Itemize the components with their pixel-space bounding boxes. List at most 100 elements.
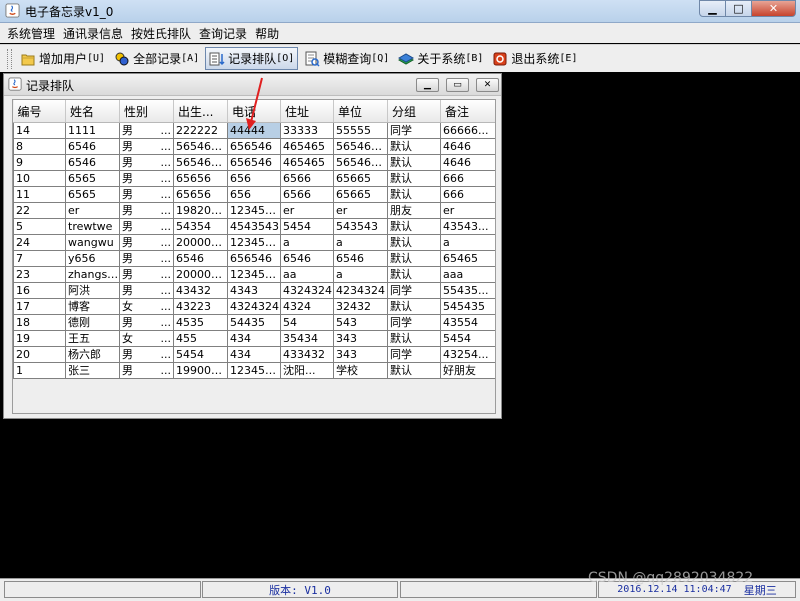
cell-company[interactable]: 543543	[333, 218, 388, 235]
cell-birth[interactable]: 56546565	[173, 154, 228, 171]
cell-group[interactable]: 默认	[387, 250, 441, 267]
cell-gender[interactable]: 女...	[119, 298, 174, 315]
column-header-phone[interactable]: 电话	[227, 100, 281, 123]
all-records-button[interactable]: 全部记录 [A]	[111, 47, 202, 70]
cell-id[interactable]: 23	[13, 266, 66, 283]
cell-note[interactable]: 666	[440, 170, 495, 187]
cell-phone[interactable]: 4343	[227, 282, 281, 299]
cell-phone[interactable]: 434	[227, 346, 281, 363]
cell-company[interactable]: 343	[333, 346, 388, 363]
table-row[interactable]: 14 1111 男... 222222 44444 33333 55555 同学 66666..…	[13, 122, 495, 139]
cell-name[interactable]: y656	[65, 250, 120, 267]
cell-gender[interactable]: 男...	[119, 122, 174, 139]
table-row[interactable]: 22 er 男... 19820203 12345678 er er 朋友 er	[13, 202, 495, 219]
cell-name[interactable]: wangwu	[65, 234, 120, 251]
table-row[interactable]: 24 wangwu 男... 20000909 12345678 a a 默认 a	[13, 234, 495, 251]
window-titlebar[interactable]: 电子备忘录v1_0 ▁ □ ✕	[0, 0, 800, 23]
cell-name[interactable]: 博客	[65, 298, 120, 315]
close-button[interactable]: ✕	[752, 0, 796, 17]
cell-id[interactable]: 19	[13, 330, 66, 347]
table-row[interactable]: 9 6546 男... 56546565 656546 465465 56546546 默认 4…	[13, 154, 495, 171]
cell-company[interactable]: 32432	[333, 298, 388, 315]
exit-button[interactable]: 退出系统 [E]	[489, 47, 580, 70]
cell-note[interactable]: er	[440, 202, 495, 219]
cell-birth[interactable]: 19820203	[173, 202, 228, 219]
cell-address[interactable]: 5454	[280, 218, 334, 235]
cell-address[interactable]: 6566	[280, 170, 334, 187]
cell-name[interactable]: 杨六郎	[65, 346, 120, 363]
cell-group[interactable]: 默认	[387, 218, 441, 235]
cell-note[interactable]: a	[440, 234, 495, 251]
cell-note[interactable]: 43254...	[440, 346, 495, 363]
cell-address[interactable]: 35434	[280, 330, 334, 347]
cell-group[interactable]: 朋友	[387, 202, 441, 219]
cell-address[interactable]: er	[280, 202, 334, 219]
cell-gender[interactable]: 男...	[119, 250, 174, 267]
cell-id[interactable]: 17	[13, 298, 66, 315]
cell-note[interactable]: 好朋友	[440, 362, 495, 379]
cell-address[interactable]: 465465	[280, 138, 334, 155]
cell-gender[interactable]: 男...	[119, 282, 174, 299]
cell-name[interactable]: 德刚	[65, 314, 120, 331]
cell-company[interactable]: 65665	[333, 186, 388, 203]
sort-records-button[interactable]: 记录排队 [O]	[205, 47, 299, 70]
cell-name[interactable]: 6546	[65, 138, 120, 155]
cell-phone[interactable]: 434	[227, 330, 281, 347]
cell-note[interactable]: 545435	[440, 298, 495, 315]
cell-group[interactable]: 默认	[387, 234, 441, 251]
cell-gender[interactable]: 男...	[119, 170, 174, 187]
cell-note[interactable]: aaa	[440, 266, 495, 283]
cell-gender[interactable]: 男...	[119, 218, 174, 235]
table-row[interactable]: 16 阿洪男... 43432 4343 4324324 4234324 同学 55435..…	[13, 282, 495, 299]
cell-company[interactable]: a	[333, 234, 388, 251]
cell-name[interactable]: 6565	[65, 170, 120, 187]
cell-name[interactable]: 阿洪	[65, 282, 120, 299]
cell-address[interactable]: a	[280, 234, 334, 251]
cell-address[interactable]: 6566	[280, 186, 334, 203]
cell-id[interactable]: 8	[13, 138, 66, 155]
column-header-name[interactable]: 姓名	[65, 100, 120, 123]
cell-note[interactable]: 4646	[440, 138, 495, 155]
cell-group[interactable]: 默认	[387, 298, 441, 315]
cell-id[interactable]: 18	[13, 314, 66, 331]
cell-company[interactable]: 6546	[333, 250, 388, 267]
menu-system-management[interactable]: 系统管理	[3, 25, 59, 42]
cell-phone[interactable]: 4543543	[227, 218, 281, 235]
about-button[interactable]: 关于系统 [B]	[395, 47, 486, 70]
cell-group[interactable]: 同学	[387, 346, 441, 363]
cell-note[interactable]: 43543...	[440, 218, 495, 235]
cell-note[interactable]: 4646	[440, 154, 495, 171]
cell-phone[interactable]: 54435	[227, 314, 281, 331]
column-header-address[interactable]: 住址	[280, 100, 334, 123]
cell-company[interactable]: 543	[333, 314, 388, 331]
table-row[interactable]: 10 6565 男... 65656 656 6566 65665 默认 666	[13, 170, 495, 187]
column-header-note[interactable]: 备注	[440, 100, 495, 123]
cell-birth[interactable]: 43432	[173, 282, 228, 299]
cell-note[interactable]: 5454	[440, 330, 495, 347]
cell-note[interactable]: 43554	[440, 314, 495, 331]
cell-gender[interactable]: 男...	[119, 314, 174, 331]
cell-id[interactable]: 7	[13, 250, 66, 267]
cell-phone[interactable]: 12345678	[227, 362, 281, 379]
cell-gender[interactable]: 男...	[119, 234, 174, 251]
table-row[interactable]: 5 trewtwe 男... 54354 4543543 5454 543543 默认 4354…	[13, 218, 495, 235]
cell-phone[interactable]: 656546	[227, 250, 281, 267]
cell-id[interactable]: 10	[13, 170, 66, 187]
cell-company[interactable]: 343	[333, 330, 388, 347]
cell-id[interactable]: 14	[13, 122, 66, 139]
menu-contacts-info[interactable]: 通讯录信息	[59, 25, 127, 42]
frame-close-button[interactable]: ✕	[476, 78, 499, 92]
cell-phone[interactable]: 12345678	[227, 234, 281, 251]
cell-id[interactable]: 1	[13, 362, 66, 379]
cell-group[interactable]: 默认	[387, 362, 441, 379]
cell-group[interactable]: 默认	[387, 186, 441, 203]
cell-birth[interactable]: 222222	[173, 122, 228, 139]
table-row[interactable]: 17 博客女... 43223 4324324 4324 32432 默认 545435	[13, 298, 495, 315]
cell-birth[interactable]: 455	[173, 330, 228, 347]
cell-company[interactable]: 4234324	[333, 282, 388, 299]
cell-birth[interactable]: 65656	[173, 170, 228, 187]
internal-frame-titlebar[interactable]: 记录排队 ▁ ▭ ✕	[4, 74, 501, 96]
cell-gender[interactable]: 女...	[119, 330, 174, 347]
cell-name[interactable]: 张三	[65, 362, 120, 379]
cell-gender[interactable]: 男...	[119, 186, 174, 203]
